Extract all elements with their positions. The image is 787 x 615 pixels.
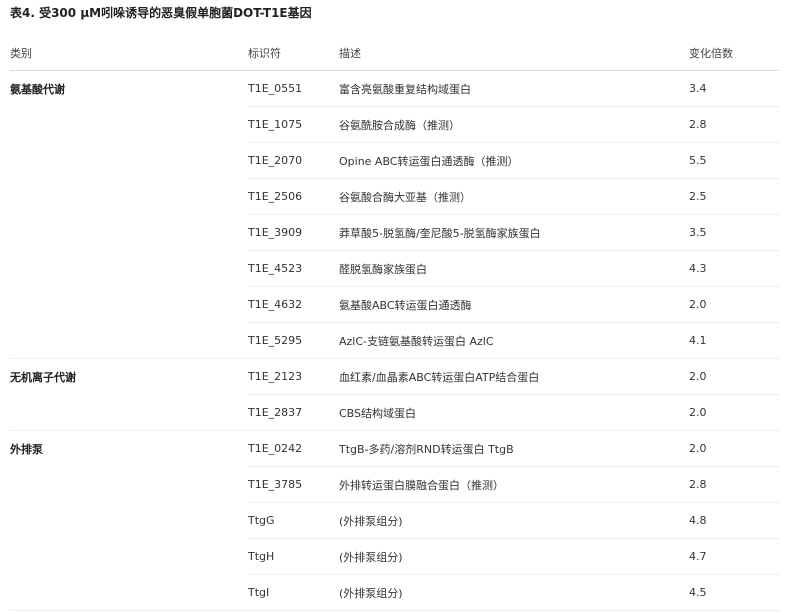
- table-row: 无机离子代谢 T1E_2123 血红素/血晶素ABC转运蛋白ATP结合蛋白 2.…: [10, 358, 779, 395]
- row-id: T1E_0551: [248, 70, 339, 107]
- row-id: T1E_2123: [248, 358, 339, 395]
- row-category: 氨基酸代谢: [10, 82, 65, 96]
- row-description: 谷氨酰胺合成酶（推测）: [339, 106, 689, 143]
- row-fold-change: 2.5: [689, 178, 779, 215]
- row-category: [10, 215, 248, 251]
- row-fold-change: 2.0: [689, 430, 779, 467]
- row-id: T1E_2837: [248, 394, 339, 431]
- row-description: AzlC-支链氨基酸转运蛋白 AzlC: [339, 322, 689, 359]
- row-id: TtgH: [248, 538, 339, 575]
- gene-table: 类别 标识符 描述 变化倍数 氨基酸代谢 T1E_0551 富含亮氨酸重复结构域…: [10, 36, 779, 611]
- row-category: [10, 574, 248, 611]
- row-id: T1E_3909: [248, 214, 339, 251]
- row-fold-change: 3.5: [689, 214, 779, 251]
- row-id: T1E_3785: [248, 466, 339, 503]
- table-title: 表4. 受300 μM吲哚诱导的恶臭假单胞菌DOT-T1E基因: [10, 6, 312, 20]
- table-row: 外排泵 T1E_0242 TtgB-多药/溶剂RND转运蛋白 TtgB 2.0: [10, 430, 779, 467]
- row-description: TtgB-多药/溶剂RND转运蛋白 TtgB: [339, 430, 689, 467]
- row-category: 外排泵: [10, 442, 43, 456]
- row-category: [10, 107, 248, 143]
- row-category: [10, 287, 248, 323]
- row-description: 谷氨酸合酶大亚基（推测）: [339, 178, 689, 215]
- row-description: (外排泵组分): [339, 538, 689, 575]
- table-row: T1E_2506 谷氨酸合酶大亚基（推测） 2.5: [10, 178, 779, 215]
- row-id: TtgI: [248, 574, 339, 611]
- row-fold-change: 2.0: [689, 358, 779, 395]
- table-row: TtgG (外排泵组分) 4.8: [10, 502, 779, 539]
- table-row: T1E_2837 CBS结构域蛋白 2.0: [10, 394, 779, 431]
- row-category: [10, 539, 248, 575]
- header-id: 标识符: [248, 36, 339, 71]
- row-description: 外排转运蛋白膜融合蛋白（推测）: [339, 466, 689, 503]
- header-category: 类别: [10, 36, 248, 71]
- row-id: T1E_2070: [248, 142, 339, 179]
- header-row: 类别 标识符 描述 变化倍数: [10, 36, 779, 71]
- header-description: 描述: [339, 36, 689, 71]
- row-description: CBS结构域蛋白: [339, 394, 689, 431]
- row-category: [10, 143, 248, 179]
- table-row: T1E_3909 莽草酸5-脱氢酶/奎尼酸5-脱氢酶家族蛋白 3.5: [10, 214, 779, 251]
- row-category: [10, 251, 248, 287]
- row-category: 无机离子代谢: [10, 370, 76, 384]
- row-description: Opine ABC转运蛋白通透酶（推测）: [339, 142, 689, 179]
- row-category: [10, 322, 248, 359]
- row-fold-change: 3.4: [689, 70, 779, 107]
- row-id: T1E_4632: [248, 286, 339, 323]
- row-fold-change: 2.8: [689, 106, 779, 143]
- table-row: T1E_4632 氨基酸ABC转运蛋白通透酶 2.0: [10, 286, 779, 323]
- page: 表4. 受300 μM吲哚诱导的恶臭假单胞菌DOT-T1E基因 类别 标识符 描…: [0, 0, 787, 615]
- row-description: (外排泵组分): [339, 502, 689, 539]
- table-row: T1E_2070 Opine ABC转运蛋白通透酶（推测） 5.5: [10, 142, 779, 179]
- header-fold-change: 变化倍数: [689, 36, 779, 71]
- row-category: [10, 394, 248, 431]
- row-id: T1E_0242: [248, 430, 339, 467]
- row-fold-change: 2.0: [689, 394, 779, 431]
- row-description: 醛脱氢酶家族蛋白: [339, 250, 689, 287]
- row-category: [10, 467, 248, 503]
- row-fold-change: 4.1: [689, 322, 779, 359]
- row-fold-change: 5.5: [689, 142, 779, 179]
- row-description: 氨基酸ABC转运蛋白通透酶: [339, 286, 689, 323]
- table-row: T1E_3785 外排转运蛋白膜融合蛋白（推测） 2.8: [10, 466, 779, 503]
- row-id: T1E_4523: [248, 250, 339, 287]
- row-description: (外排泵组分): [339, 574, 689, 611]
- row-category: [10, 503, 248, 539]
- table-row: T1E_1075 谷氨酰胺合成酶（推测） 2.8: [10, 106, 779, 143]
- row-fold-change: 2.0: [689, 286, 779, 323]
- row-id: T1E_5295: [248, 322, 339, 359]
- table-row: TtgI (外排泵组分) 4.5: [10, 574, 779, 611]
- row-id: T1E_2506: [248, 178, 339, 215]
- row-description: 血红素/血晶素ABC转运蛋白ATP结合蛋白: [339, 358, 689, 395]
- row-fold-change: 4.5: [689, 574, 779, 611]
- table-row: 氨基酸代谢 T1E_0551 富含亮氨酸重复结构域蛋白 3.4: [10, 70, 779, 107]
- table-row: T1E_5295 AzlC-支链氨基酸转运蛋白 AzlC 4.1: [10, 322, 779, 359]
- row-id: TtgG: [248, 502, 339, 539]
- row-fold-change: 4.8: [689, 502, 779, 539]
- row-fold-change: 2.8: [689, 466, 779, 503]
- row-description: 莽草酸5-脱氢酶/奎尼酸5-脱氢酶家族蛋白: [339, 214, 689, 251]
- row-description: 富含亮氨酸重复结构域蛋白: [339, 70, 689, 107]
- table-row: T1E_4523 醛脱氢酶家族蛋白 4.3: [10, 250, 779, 287]
- row-id: T1E_1075: [248, 106, 339, 143]
- row-fold-change: 4.7: [689, 538, 779, 575]
- table-row: TtgH (外排泵组分) 4.7: [10, 538, 779, 575]
- row-category: [10, 179, 248, 215]
- row-fold-change: 4.3: [689, 250, 779, 287]
